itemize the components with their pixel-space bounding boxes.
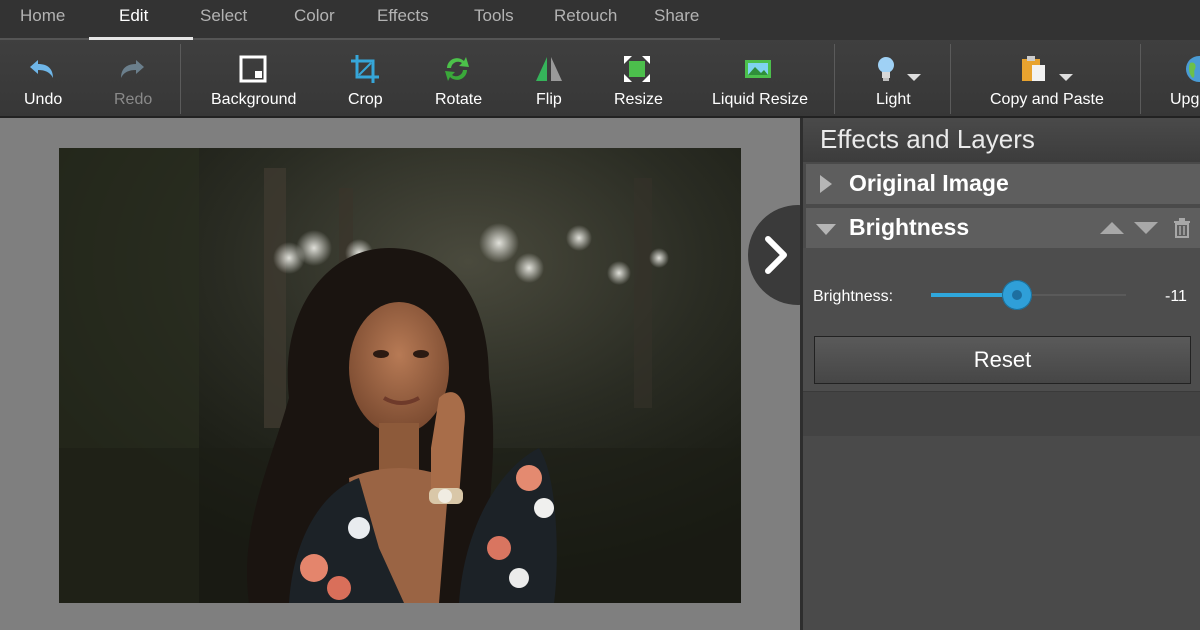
collapse-arrow-icon[interactable] <box>816 224 836 235</box>
undo-button[interactable]: Undo <box>0 40 88 118</box>
expand-arrow-icon[interactable] <box>820 175 832 193</box>
rotate-label: Rotate <box>435 91 483 108</box>
edited-photo[interactable] <box>59 148 741 603</box>
clipboard-icon <box>1022 56 1045 81</box>
tab-color[interactable]: Color <box>294 5 335 35</box>
light-label: Light <box>876 91 911 108</box>
copy-and-paste-button[interactable]: Copy and Paste <box>975 40 1125 118</box>
light-button[interactable]: Light <box>850 40 940 118</box>
tab-share[interactable]: Share <box>654 5 699 35</box>
crop-button[interactable]: Crop <box>330 40 400 118</box>
toolbar-separator <box>1140 44 1141 114</box>
lightbulb-icon <box>878 57 894 81</box>
toolbar-separator <box>180 44 181 114</box>
tab-tools[interactable]: Tools <box>474 5 514 35</box>
background-button[interactable]: Background <box>200 40 310 118</box>
tab-edit[interactable]: Edit <box>88 5 195 40</box>
panel-header: Effects and Layers <box>803 118 1200 162</box>
layer-brightness[interactable]: Brightness <box>806 208 1200 248</box>
liquid-resize-button[interactable]: Liquid Resize <box>705 40 815 118</box>
flip-icon <box>536 57 562 81</box>
layer-original-image[interactable]: Original Image <box>806 164 1200 204</box>
settings-footer <box>803 392 1200 436</box>
upgrade-label: Upg <box>1170 91 1200 108</box>
redo-icon <box>121 60 144 78</box>
tab-retouch[interactable]: Retouch <box>554 5 617 35</box>
brightness-settings: Brightness: -11 Reset <box>803 248 1200 392</box>
chevron-down-icon <box>1059 74 1073 81</box>
copy-and-paste-label: Copy and Paste <box>990 91 1104 108</box>
toolbar: Undo Redo Background Crop Rotate Flip Re… <box>0 40 1200 118</box>
slider-thumb[interactable] <box>1001 280 1032 310</box>
resize-icon <box>624 56 650 82</box>
redo-label: Redo <box>114 91 153 108</box>
undo-icon <box>30 60 53 78</box>
redo-button[interactable]: Redo <box>88 40 178 118</box>
toolbar-separator <box>950 44 951 114</box>
chevron-down-icon <box>907 74 921 81</box>
panel-title: Effects and Layers <box>820 124 1035 154</box>
rotate-button[interactable]: Rotate <box>420 40 500 118</box>
layer-name: Brightness <box>849 214 970 240</box>
brightness-label: Brightness: <box>813 288 894 305</box>
globe-icon <box>1186 56 1200 82</box>
crop-icon <box>351 55 379 83</box>
move-layer-down-icon[interactable] <box>1134 222 1158 234</box>
chevron-right-icon <box>765 236 787 274</box>
undo-label: Undo <box>24 91 63 108</box>
brightness-slider[interactable] <box>931 280 1126 310</box>
background-label: Background <box>211 91 297 108</box>
tab-home[interactable]: Home <box>20 5 65 35</box>
portrait-image <box>59 148 741 603</box>
menu-bar: Home Edit Select Color Effects Tools Ret… <box>0 0 1200 40</box>
reset-button[interactable]: Reset <box>814 336 1191 384</box>
tab-effects[interactable]: Effects <box>377 5 429 35</box>
brightness-value: -11 <box>1165 288 1187 305</box>
flip-label: Flip <box>536 91 562 108</box>
rotate-icon <box>445 57 469 81</box>
move-layer-up-icon[interactable] <box>1100 222 1124 234</box>
resize-button[interactable]: Resize <box>600 40 675 118</box>
flip-button[interactable]: Flip <box>515 40 580 118</box>
background-icon <box>239 55 267 83</box>
liquid-resize-label: Liquid Resize <box>712 91 809 108</box>
layer-name: Original Image <box>849 170 1009 196</box>
tab-select[interactable]: Select <box>200 5 247 35</box>
liquid-resize-icon <box>745 60 771 78</box>
resize-label: Resize <box>614 91 663 108</box>
upgrade-button[interactable]: Upg <box>1160 40 1200 118</box>
toolbar-separator <box>834 44 835 114</box>
crop-label: Crop <box>348 91 383 108</box>
trash-icon[interactable] <box>1173 218 1191 238</box>
